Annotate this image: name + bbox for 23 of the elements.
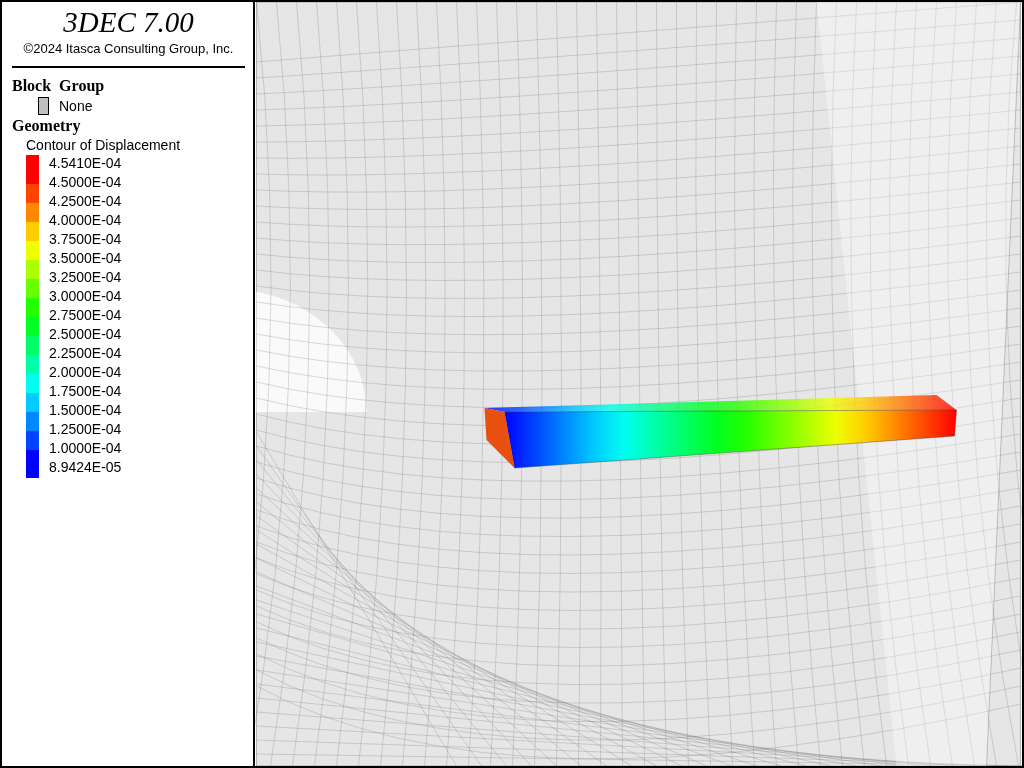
legend-value: 3.5000E-04 bbox=[49, 249, 122, 268]
legend-value: 2.0000E-04 bbox=[49, 363, 122, 382]
legend-heading: Block Group bbox=[12, 76, 105, 96]
legend-value: 1.0000E-04 bbox=[49, 439, 122, 458]
legend-heading: Geometry bbox=[12, 116, 81, 136]
legend-value: 4.0000E-04 bbox=[49, 211, 122, 230]
legend-value: 2.2500E-04 bbox=[49, 344, 122, 363]
legend-value: 2.5000E-04 bbox=[49, 325, 122, 344]
legend-value: 4.5000E-04 bbox=[49, 173, 122, 192]
legend-value: 3.7500E-04 bbox=[49, 230, 122, 249]
legend-value: 1.5000E-04 bbox=[49, 401, 122, 420]
legend-value: 4.2500E-04 bbox=[49, 192, 122, 211]
legend-value: 8.9424E-05 bbox=[49, 458, 122, 477]
copyright-text: ©2024 Itasca Consulting Group, Inc. bbox=[23, 41, 234, 56]
legend-value: 1.2500E-04 bbox=[49, 420, 122, 439]
legend-value: 1.7500E-04 bbox=[49, 382, 122, 401]
legend-title: Contour of Displacement bbox=[26, 136, 181, 154]
legend-value: 3.2500E-04 bbox=[49, 268, 122, 287]
legend-value: 4.5410E-04 bbox=[49, 154, 122, 173]
legend-value: 2.7500E-04 bbox=[49, 306, 122, 325]
program-title: 3DEC 7.00 bbox=[63, 6, 194, 38]
legend-value: 3.0000E-04 bbox=[49, 287, 122, 306]
legend-label: None bbox=[59, 98, 93, 114]
